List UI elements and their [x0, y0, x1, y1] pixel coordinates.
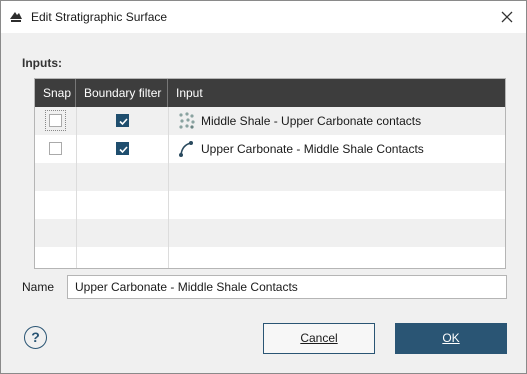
column-header-input[interactable]: Input [168, 79, 505, 107]
column-divider [168, 107, 169, 268]
input-name: Middle Shale - Upper Carbonate contacts [201, 114, 422, 128]
polyline-icon [178, 140, 196, 158]
checkmark-icon [119, 118, 128, 126]
table-row[interactable]: Middle Shale - Upper Carbonate contacts [35, 107, 505, 135]
empty-row [35, 247, 505, 268]
column-header-snap[interactable]: Snap [35, 79, 76, 107]
table-row[interactable]: Upper Carbonate - Middle Shale Contacts [35, 135, 505, 163]
snap-checkbox[interactable] [45, 110, 66, 131]
snap-checkbox[interactable] [49, 142, 62, 155]
ok-button[interactable]: OK [395, 323, 507, 354]
table-header: Snap Boundary filter Input [35, 79, 505, 107]
empty-row [35, 163, 505, 191]
boundary-filter-checkbox[interactable] [116, 142, 129, 155]
boundary-filter-checkbox[interactable] [116, 114, 129, 127]
cancel-button[interactable]: Cancel [263, 323, 375, 354]
checkmark-icon [119, 146, 128, 154]
app-logo-icon [9, 10, 23, 24]
title-bar: Edit Stratigraphic Surface [1, 1, 526, 33]
close-button[interactable] [494, 5, 520, 29]
window-title: Edit Stratigraphic Surface [31, 10, 168, 24]
input-name: Upper Carbonate - Middle Shale Contacts [201, 142, 424, 156]
empty-row [35, 219, 505, 247]
inputs-table: Snap Boundary filter Input Middle Shale … [34, 78, 506, 269]
name-field[interactable] [67, 275, 507, 299]
edit-stratigraphic-surface-dialog: Edit Stratigraphic Surface Inputs: Snap … [0, 0, 527, 374]
inputs-section-label: Inputs: [22, 56, 62, 70]
name-label: Name [22, 280, 55, 294]
column-header-boundary-filter[interactable]: Boundary filter [76, 79, 168, 107]
column-divider [76, 107, 77, 268]
empty-row [35, 191, 505, 219]
help-button[interactable]: ? [24, 326, 47, 349]
close-icon [501, 11, 513, 23]
points-icon [178, 112, 196, 130]
